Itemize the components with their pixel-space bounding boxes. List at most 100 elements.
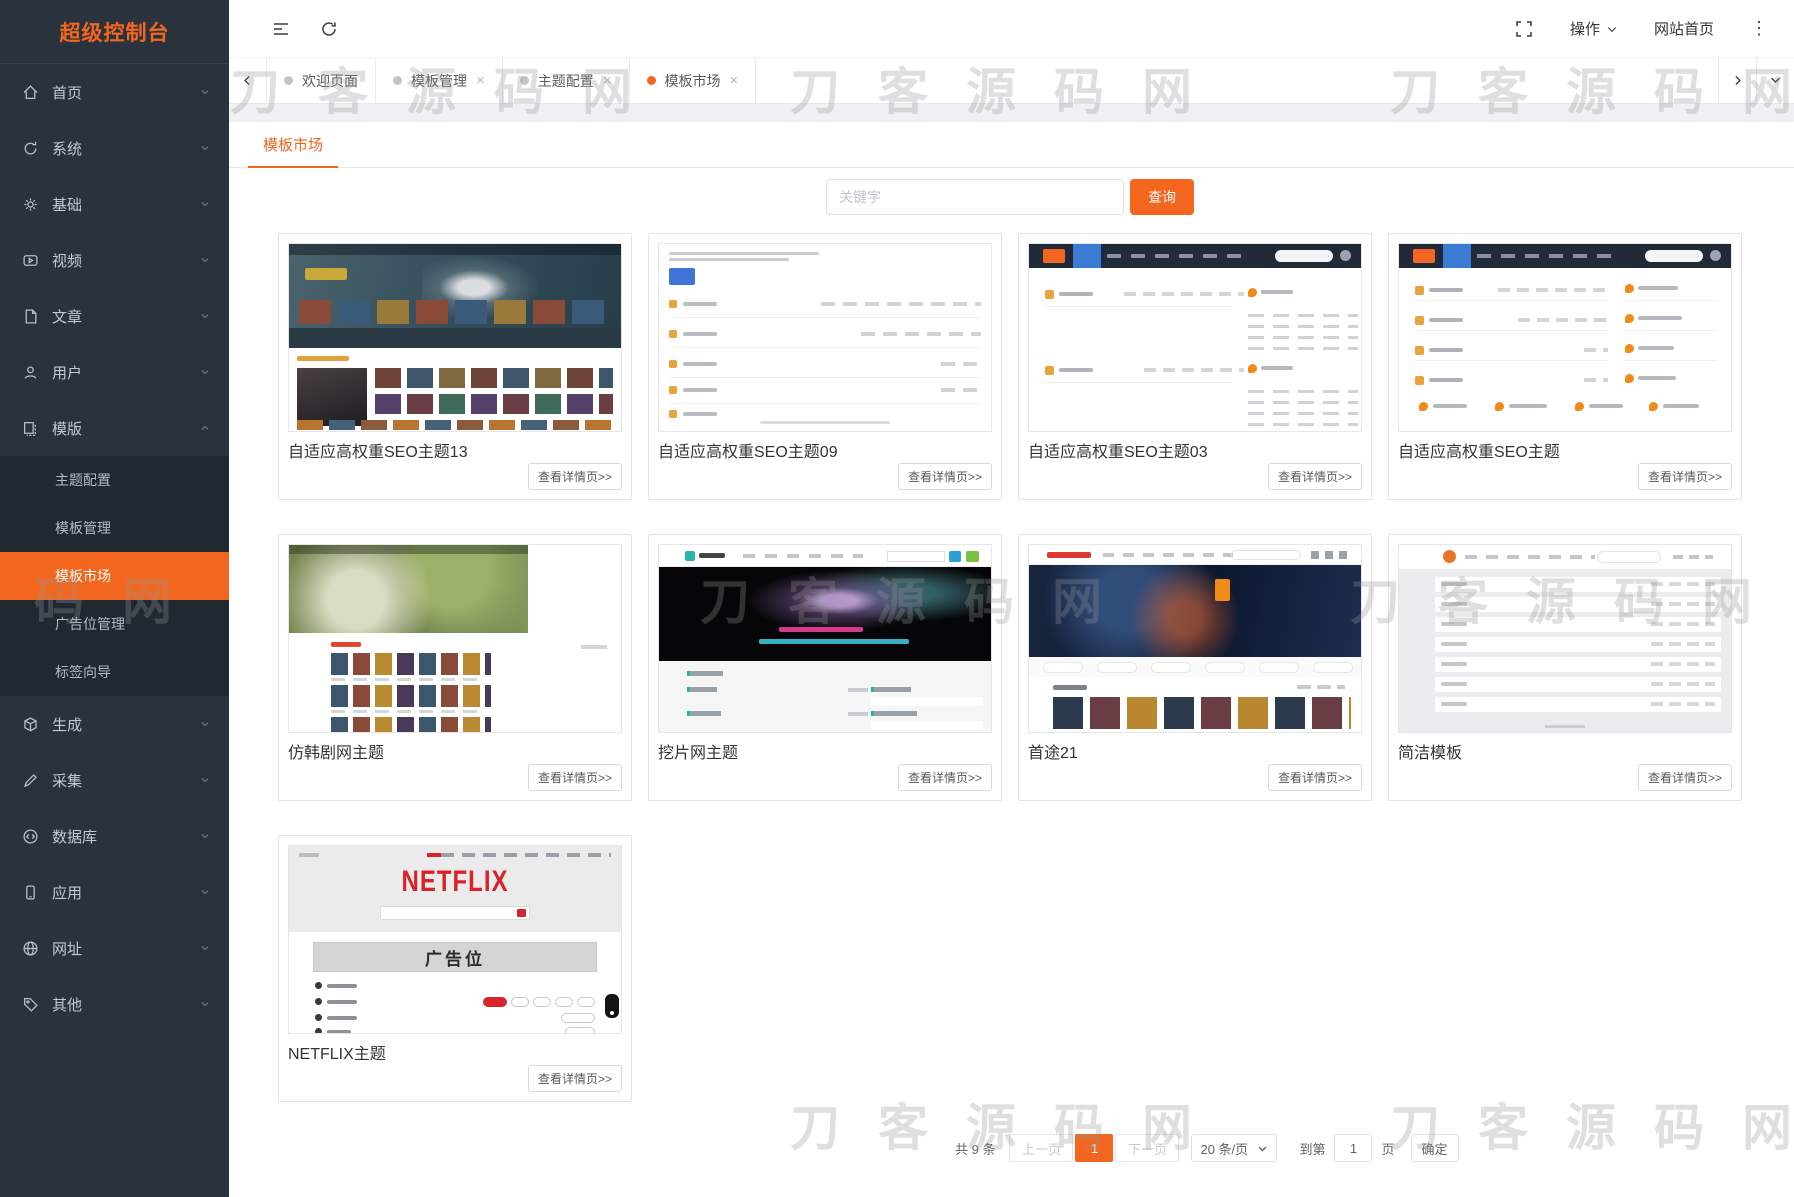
fullscreen-icon[interactable] xyxy=(1514,19,1534,39)
collapse-menu-icon[interactable] xyxy=(271,19,291,39)
view-detail-button[interactable]: 查看详情页>> xyxy=(898,764,992,791)
template-thumbnail xyxy=(1398,243,1732,432)
total-count: 共 9 条 xyxy=(955,1139,995,1158)
template-card: 仿韩剧网主题 查看详情页>> xyxy=(278,534,632,801)
chevron-down-icon xyxy=(199,774,211,786)
view-detail-button[interactable]: 查看详情页>> xyxy=(1638,764,1732,791)
actions-dropdown[interactable]: 操作 xyxy=(1570,18,1618,39)
tabs-scroll-right-icon[interactable] xyxy=(1718,58,1756,103)
submenu-ad-manage[interactable]: 广告位管理 xyxy=(0,600,229,648)
sidebar-item-system[interactable]: 系统 xyxy=(0,120,229,176)
sidebar-item-video[interactable]: 视频 xyxy=(0,232,229,288)
chevron-up-icon xyxy=(199,422,211,434)
sidebar-item-label: 文章 xyxy=(52,306,199,327)
chevron-down-icon xyxy=(199,718,211,730)
search-button[interactable]: 查询 xyxy=(1130,179,1194,215)
tab-theme-config[interactable]: 主题配置 xyxy=(503,58,630,103)
content-gap xyxy=(229,104,1794,122)
template-submenu: 主题配置 模板管理 模板市场 广告位管理 标签向导 xyxy=(0,456,229,696)
sidebar-item-other[interactable]: 其他 xyxy=(0,976,229,1032)
sidebar-item-label: 应用 xyxy=(52,882,199,903)
sidebar-item-generate[interactable]: 生成 xyxy=(0,696,229,752)
view-detail-button[interactable]: 查看详情页>> xyxy=(528,764,622,791)
template-title: 仿韩剧网主题 xyxy=(288,744,622,764)
sidebar-item-label: 采集 xyxy=(52,770,199,791)
template-title: 简洁模板 xyxy=(1398,744,1732,764)
sidebar-item-label: 系统 xyxy=(52,138,199,159)
template-thumbnail xyxy=(658,243,992,432)
template-thumbnail xyxy=(1398,544,1732,733)
sidebar-item-template[interactable]: 模版 xyxy=(0,400,229,456)
goto-page-input[interactable] xyxy=(1334,1134,1372,1162)
sidebar-item-url[interactable]: 网址 xyxy=(0,920,229,976)
template-card: 首途21 查看详情页>> xyxy=(1018,534,1372,801)
template-title: 自适应高权重SEO主题09 xyxy=(658,443,992,463)
template-thumbnail xyxy=(1028,243,1362,432)
goto-suffix-label: 页 xyxy=(1381,1139,1394,1158)
tab-welcome[interactable]: 欢迎页面 xyxy=(267,58,376,103)
panel-tab-template-market[interactable]: 模板市场 xyxy=(248,122,338,168)
confirm-button[interactable]: 确定 xyxy=(1411,1134,1459,1162)
template-card-grid: 自适应高权重SEO主题13 查看详情页>> 自适应高权重SEO主题09 查看详情… xyxy=(278,233,1742,1102)
sidebar-item-label: 网址 xyxy=(52,938,199,959)
submenu-theme-config[interactable]: 主题配置 xyxy=(0,456,229,504)
page-size-select[interactable]: 20 条/页 xyxy=(1191,1134,1277,1162)
sidebar-item-home[interactable]: 首页 xyxy=(0,64,229,120)
mobile-icon xyxy=(22,884,39,901)
tabs-menu-icon[interactable] xyxy=(1756,58,1794,103)
view-detail-button[interactable]: 查看详情页>> xyxy=(1638,463,1732,490)
sidebar-item-basic[interactable]: 基础 xyxy=(0,176,229,232)
video-icon xyxy=(22,252,39,269)
close-icon[interactable] xyxy=(730,73,739,88)
top-header: 操作 网站首页 ⋮ xyxy=(229,0,1794,58)
tab-status-dot xyxy=(284,76,293,85)
app-title: 超级控制台 xyxy=(60,17,170,47)
chevron-down-icon xyxy=(199,830,211,842)
search-input[interactable] xyxy=(826,179,1124,215)
tab-template-market[interactable]: 模板市场 xyxy=(630,58,757,103)
sidebar-item-label: 数据库 xyxy=(52,826,199,847)
pagination: 共 9 条 上一页 1 下一页 20 条/页 到第 页 确定 xyxy=(955,1134,1459,1162)
page-button-1[interactable]: 1 xyxy=(1075,1134,1113,1162)
sidebar-item-label: 用户 xyxy=(52,362,199,383)
sidebar-item-label: 视频 xyxy=(52,250,199,271)
template-thumbnail: NETFLIX 广告位 xyxy=(288,845,622,1034)
site-home-link[interactable]: 网站首页 xyxy=(1654,18,1714,39)
next-page-button[interactable]: 下一页 xyxy=(1115,1134,1179,1162)
sidebar-item-collect[interactable]: 采集 xyxy=(0,752,229,808)
sidebar-item-label: 生成 xyxy=(52,714,199,735)
template-thumbnail xyxy=(288,243,622,432)
sidebar-item-user[interactable]: 用户 xyxy=(0,344,229,400)
submenu-template-manage[interactable]: 模板管理 xyxy=(0,504,229,552)
template-thumbnail xyxy=(658,544,992,733)
submenu-template-market[interactable]: 模板市场 xyxy=(0,552,229,600)
submenu-tag-wizard[interactable]: 标签向导 xyxy=(0,648,229,696)
tabs-scroll-left-icon[interactable] xyxy=(229,58,267,103)
close-icon[interactable] xyxy=(603,73,612,88)
template-title: 自适应高权重SEO主题03 xyxy=(1028,443,1362,463)
more-menu-icon[interactable]: ⋮ xyxy=(1750,18,1768,39)
view-detail-button[interactable]: 查看详情页>> xyxy=(528,1065,622,1092)
document-icon xyxy=(22,308,39,325)
close-icon[interactable] xyxy=(476,73,485,88)
view-detail-button[interactable]: 查看详情页>> xyxy=(898,463,992,490)
template-icon xyxy=(22,420,39,437)
sidebar-item-article[interactable]: 文章 xyxy=(0,288,229,344)
view-detail-button[interactable]: 查看详情页>> xyxy=(528,463,622,490)
tab-status-dot xyxy=(647,76,656,85)
template-title: 首途21 xyxy=(1028,744,1362,764)
refresh-icon[interactable] xyxy=(319,19,339,39)
template-card: 自适应高权重SEO主题09 查看详情页>> xyxy=(648,233,1002,500)
prev-page-button[interactable]: 上一页 xyxy=(1009,1134,1073,1162)
chevron-down-icon xyxy=(199,198,211,210)
tab-label: 模板管理 xyxy=(411,71,467,91)
chevron-down-icon xyxy=(1257,1143,1268,1154)
sidebar-item-database[interactable]: 数据库 xyxy=(0,808,229,864)
tab-template-manage[interactable]: 模板管理 xyxy=(376,58,503,103)
open-tabs-bar: 欢迎页面 模板管理 主题配置 模板市场 xyxy=(229,58,1794,104)
sidebar-item-label: 首页 xyxy=(52,82,199,103)
view-detail-button[interactable]: 查看详情页>> xyxy=(1268,463,1362,490)
user-icon xyxy=(22,364,39,381)
sidebar-item-app[interactable]: 应用 xyxy=(0,864,229,920)
view-detail-button[interactable]: 查看详情页>> xyxy=(1268,764,1362,791)
